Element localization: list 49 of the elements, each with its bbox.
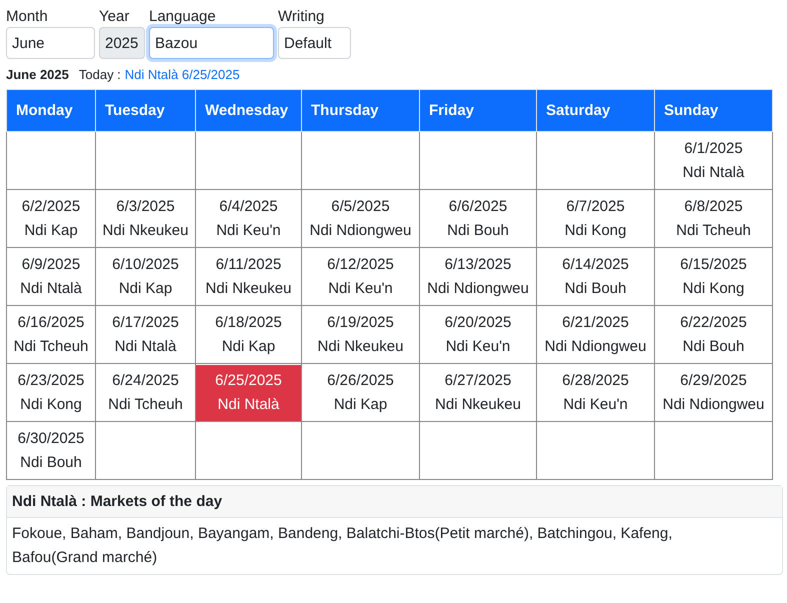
calendar-day[interactable]: 6/12/2025 Ndi Keu'n: [302, 248, 419, 304]
weekday-header: Tuesday: [96, 90, 196, 132]
calendar-day[interactable]: 6/19/2025 Ndi Nkeukeu: [302, 306, 419, 362]
calendar-day[interactable]: 6/29/2025 Ndi Ndiongweu: [655, 364, 772, 420]
today-link[interactable]: Ndi Ntalà 6/25/2025: [124, 67, 240, 82]
calendar-day[interactable]: 6/15/2025 Ndi Kong: [655, 248, 772, 304]
markets-list: Fokoue, Baham, Bandjoun, Bayangam, Bandeng, Balatchi-Btos(Petit marché), Batchingou, Kafeng, Bafou(Grand marché): [7, 518, 782, 574]
calendar-day[interactable]: 6/10/2025 Ndi Kap: [96, 248, 195, 304]
calendar-day[interactable]: 6/6/2025 Ndi Bouh: [420, 190, 536, 246]
calendar-day[interactable]: 6/1/2025 Ndi Ntalà: [655, 132, 772, 188]
markets-title: Ndi Ntalà : Markets of the day: [7, 486, 782, 518]
calendar-day[interactable]: 6/11/2025 Ndi Nkeukeu: [196, 248, 301, 304]
calendar-day[interactable]: 6/21/2025 Ndi Ndiongweu: [537, 306, 654, 362]
calendar-day[interactable]: 6/27/2025 Ndi Nkeukeu: [420, 364, 536, 420]
calendar-day[interactable]: 6/26/2025 Ndi Kap: [302, 364, 419, 420]
calendar-day[interactable]: 6/30/2025 Ndi Bouh: [7, 422, 95, 478]
calendar-day[interactable]: 6/22/2025 Ndi Bouh: [655, 306, 772, 362]
calendar-day[interactable]: 6/24/2025 Ndi Tcheuh: [96, 364, 195, 420]
calendar-day[interactable]: 6/7/2025 Ndi Kong: [537, 190, 654, 246]
calendar-day[interactable]: 6/5/2025 Ndi Ndiongweu: [302, 190, 419, 246]
calendar-day[interactable]: 6/9/2025 Ndi Ntalà: [7, 248, 95, 304]
calendar-day[interactable]: 6/14/2025 Ndi Bouh: [537, 248, 654, 304]
weekday-header: Friday: [420, 90, 536, 132]
calendar-day[interactable]: 6/18/2025 Ndi Kap: [196, 306, 301, 362]
field-label: Language: [149, 8, 217, 25]
calendar-day[interactable]: 6/4/2025 Ndi Keu'n: [196, 190, 301, 246]
field-label: Year: [99, 8, 130, 25]
calendar-day[interactable]: 6/17/2025 Ndi Ntalà: [96, 306, 195, 362]
calendar-day[interactable]: 6/25/2025 Ndi Ntalà: [196, 364, 301, 420]
calendar-day[interactable]: 6/28/2025 Ndi Keu'n: [537, 364, 654, 420]
calendar-day[interactable]: 6/8/2025 Ndi Tcheuh: [655, 190, 772, 246]
select-field[interactable]: Default: [278, 27, 351, 59]
select-field[interactable]: June: [6, 27, 95, 59]
calendar-day[interactable]: 6/3/2025 Ndi Nkeukeu: [96, 190, 195, 246]
weekday-header: Thursday: [302, 90, 420, 132]
calendar-day[interactable]: 6/2/2025 Ndi Kap: [7, 190, 95, 246]
calendar-day[interactable]: 6/13/2025 Ndi Ndiongweu: [420, 248, 536, 304]
calendar-day[interactable]: 6/20/2025 Ndi Keu'n: [420, 306, 536, 362]
calendar-day[interactable]: 6/23/2025 Ndi Kong: [7, 364, 95, 420]
month-title: June 2025: [6, 67, 69, 82]
calendar-day[interactable]: 6/16/2025 Ndi Tcheuh: [7, 306, 95, 362]
weekday-header: Sunday: [654, 90, 772, 132]
weekday-header: Wednesday: [196, 90, 302, 132]
today-label: Today :: [78, 67, 121, 82]
field-label: Writing: [278, 8, 326, 25]
weekday-header: Monday: [6, 90, 96, 132]
field-label: Month: [6, 8, 49, 25]
weekday-header: Saturday: [536, 90, 654, 132]
select-field[interactable]: Bazou: [149, 27, 274, 59]
